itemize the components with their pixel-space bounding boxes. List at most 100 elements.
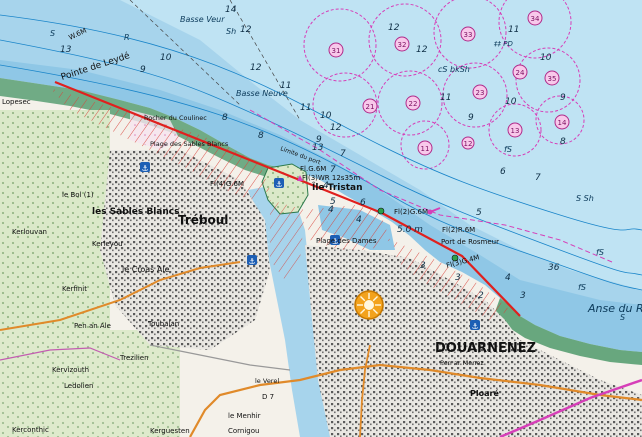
chart-canvas[interactable]: 31 32 33 34 35 21 22 23 24 11 12 13 14 ⚓… [0,0,642,437]
svg-text:11: 11 [440,93,451,103]
label-kerlouvan: Kerlouvan [12,228,47,236]
svg-text:10: 10 [320,111,332,121]
svg-text:8: 8 [258,131,264,141]
svg-text:7: 7 [340,149,346,159]
label-basse-veur: Basse Veur [180,15,225,24]
label-kercointic: Kerconthic [12,426,49,434]
svg-text:6: 6 [500,167,506,177]
buoy-23: 23 [472,84,488,100]
label-kerleyou: Kerleyou [92,240,123,248]
label-ile-tristan: Île Tristan [312,181,362,193]
label-kerguesten: Kerguesten [150,427,190,435]
svg-text:⚓: ⚓ [248,257,255,266]
label-anse-ris: Anse du Ris [587,302,642,315]
label-road-d7: D 7 [262,393,274,401]
svg-text:4: 4 [323,181,329,191]
label-light-left: Fl(4)G.6M [210,180,244,188]
label-treboul: Tréboul [178,213,228,227]
label-light-rosmeur: Fl(2)R.6M [442,226,475,234]
svg-text:4: 4 [505,273,511,283]
svg-text:12: 12 [388,23,400,33]
svg-text:21: 21 [366,103,375,111]
svg-text:13: 13 [511,127,520,135]
label-pen-ar-menez: Pen ar Menez [440,359,484,367]
svg-text:12: 12 [416,45,428,55]
svg-text:9: 9 [316,135,322,145]
label-lopesec: Lopesec [2,98,31,106]
label-s: S [50,29,55,38]
svg-text:24: 24 [516,69,525,77]
label-sh: Sh [226,27,236,36]
label-s-sh: S Sh [576,194,594,203]
svg-text:12: 12 [330,123,342,133]
svg-text:8: 8 [560,137,566,147]
svg-text:14: 14 [225,5,237,15]
svg-text:2: 2 [478,291,484,301]
label-r: R [124,33,130,42]
buoy-22: 22 [405,95,421,111]
svg-text:⚓: ⚓ [141,164,148,173]
buoy-31: 31 [328,42,344,58]
label-light-jetty: Fl(2)G.6M [394,208,428,216]
label-cs-bksh: cS bkSh [438,65,470,74]
label-pen-an-ale: Pen an Ale [74,322,111,330]
label-light-ile-tristan: Fl(3)WR 12s35m [302,174,360,182]
buoy-14: 14 [554,114,570,130]
label-light-tristan-range: Fl.G.6M [300,165,326,173]
svg-text:7: 7 [535,173,541,183]
svg-text:9: 9 [468,113,474,123]
label-le-verel: le Verel [255,377,279,385]
svg-text:3: 3 [520,291,526,301]
label-fs-3: fS [578,283,586,292]
svg-text:4: 4 [328,205,334,215]
light-jetty-icon [377,207,385,215]
svg-text:23: 23 [476,89,485,97]
label-pd: ‡‡ PD [493,40,513,48]
label-treziden: Trezilien [119,354,149,362]
svg-text:7: 7 [330,165,336,175]
svg-text:10: 10 [160,53,172,63]
label-ploare: Ploaré [470,388,499,398]
label-plage-sables: Plage des Sables Blancs [150,140,229,148]
svg-text:33: 33 [464,31,473,39]
label-cornigou: Cornigou [228,427,259,435]
svg-text:31: 31 [332,47,341,55]
anchor-icon: ⚓ [140,162,150,173]
label-kervizouth: Kervizouth [52,366,89,374]
svg-text:14: 14 [558,119,567,127]
label-plage-dames: Plage des Dames [316,237,377,245]
buoy-11: 11 [417,140,433,156]
label-rocher-coulinec: Rocher du Coulinec [144,114,207,122]
svg-text:9: 9 [560,93,566,103]
countryside-west [0,110,110,330]
svg-text:11: 11 [508,25,519,35]
buoy-21: 21 [362,98,378,114]
svg-text:22: 22 [409,100,418,108]
svg-text:10: 10 [505,97,517,107]
buoy-24: 24 [512,64,528,80]
svg-text:4: 4 [356,215,362,225]
svg-text:⚓: ⚓ [275,180,282,189]
buoy-12: 12 [461,136,475,150]
svg-text:35: 35 [548,75,557,83]
svg-text:⚓: ⚓ [471,322,478,331]
label-s-right: S [620,313,625,322]
anchor-icon: ⚓ [274,178,284,189]
buoy-32: 32 [394,36,410,52]
nautical-chart[interactable]: 31 32 33 34 35 21 22 23 24 11 12 13 14 ⚓… [0,0,642,437]
svg-text:8: 8 [222,113,228,123]
svg-text:3: 3 [420,261,426,271]
buoy-34: 34 [527,10,543,26]
harbor-marker[interactable] [354,290,384,320]
label-kerfinit: Kerfinit [62,285,87,293]
label-kerbol: le Bol (1) [62,191,94,199]
svg-text:12: 12 [250,63,262,73]
label-sables-blancs: les Sables Blancs [92,207,179,217]
anchor-icon: ⚓ [470,320,480,331]
svg-text:12: 12 [240,25,252,35]
svg-text:36: 36 [548,263,560,273]
label-port-rosmeur: Port de Rosmeur [441,238,499,246]
buoy-13: 13 [507,122,523,138]
svg-text:5: 5 [476,208,482,218]
label-fs-1: fS [504,145,512,154]
